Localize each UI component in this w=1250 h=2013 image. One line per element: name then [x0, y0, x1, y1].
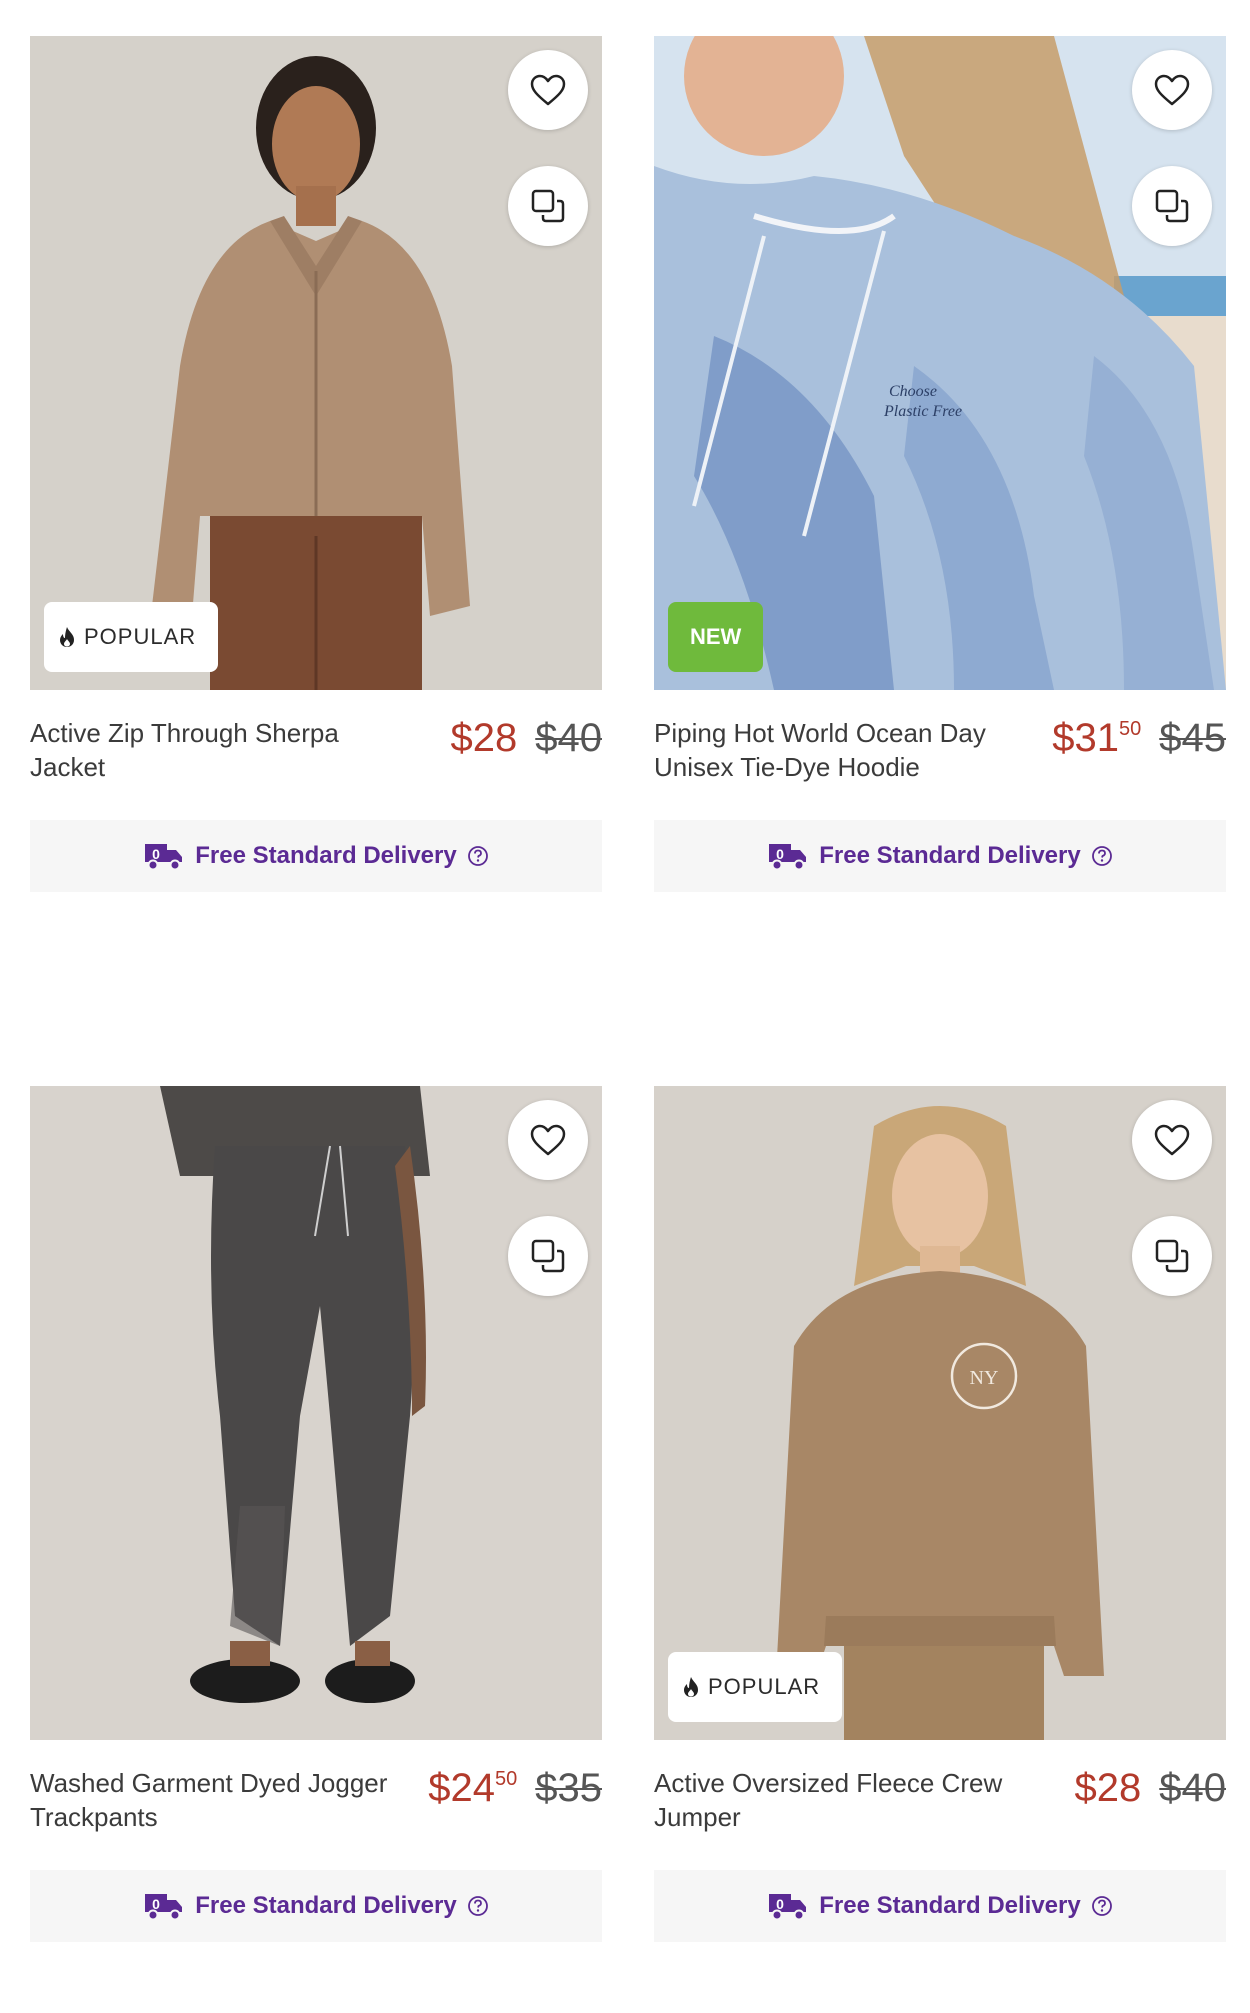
- popular-badge: POPULAR: [668, 1652, 843, 1722]
- sale-price: $28: [451, 716, 518, 760]
- price-cents: 50: [495, 1768, 518, 1790]
- compare-button[interactable]: [1132, 1216, 1212, 1296]
- sale-price: $3150: [1052, 716, 1141, 760]
- product-photo: NY: [654, 1086, 1226, 1740]
- product-card: NY POPULAR Active Oversized Fleece Crew …: [654, 1086, 1226, 1942]
- delivery-truck-icon: 0: [145, 844, 183, 871]
- question-circle-icon[interactable]: [467, 845, 489, 867]
- svg-text:Choose: Choose: [889, 383, 937, 400]
- svg-text:0: 0: [152, 846, 160, 862]
- delivery-banner[interactable]: 0 Free Standard Delivery: [30, 1870, 602, 1942]
- price-main: $24: [428, 1766, 495, 1810]
- flame-icon: [684, 1677, 698, 1697]
- price-group: $3150 $45: [1052, 716, 1226, 760]
- compare-button[interactable]: [508, 166, 588, 246]
- product-image[interactable]: Choose Plastic Free NEW: [654, 36, 1226, 690]
- question-circle-icon[interactable]: [1091, 1895, 1113, 1917]
- price-group: $28 $40: [1075, 1766, 1227, 1810]
- question-circle-icon[interactable]: [1091, 845, 1113, 867]
- product-photo: [30, 36, 602, 690]
- popular-badge: POPULAR: [44, 602, 219, 672]
- compare-icon: [1155, 189, 1189, 223]
- product-title[interactable]: Active Oversized Fleece Crew Jumper: [654, 1766, 1014, 1834]
- heart-icon: [1154, 74, 1190, 106]
- price-main: $28: [1074, 1766, 1142, 1810]
- question-circle-icon[interactable]: [467, 1895, 489, 1917]
- favourite-button[interactable]: [1132, 50, 1212, 130]
- product-card: POPULAR Active Zip Through Sherpa Jacket…: [30, 36, 602, 892]
- delivery-banner[interactable]: 0 Free Standard Delivery: [30, 820, 602, 892]
- product-info: Active Zip Through Sherpa Jacket $28 $40: [30, 716, 602, 826]
- product-info: Active Oversized Fleece Crew Jumper $28 …: [654, 1766, 1226, 1876]
- flame-icon: [60, 627, 74, 647]
- product-image[interactable]: POPULAR: [30, 36, 602, 690]
- svg-text:Plastic Free: Plastic Free: [883, 403, 962, 420]
- original-price: $35: [535, 1766, 602, 1810]
- delivery-truck-icon: 0: [769, 1894, 807, 1921]
- favourite-button[interactable]: [508, 1100, 588, 1180]
- price-cents: 50: [1119, 718, 1142, 740]
- delivery-banner[interactable]: 0 Free Standard Delivery: [654, 820, 1226, 892]
- original-price: $40: [1159, 1766, 1226, 1810]
- svg-text:0: 0: [776, 1896, 784, 1912]
- original-price: $40: [535, 716, 602, 760]
- heart-icon: [530, 1124, 566, 1156]
- heart-icon: [530, 74, 566, 106]
- delivery-label: Free Standard Delivery: [195, 842, 457, 869]
- heart-icon: [1154, 1124, 1190, 1156]
- compare-button[interactable]: [1132, 166, 1212, 246]
- product-info: Piping Hot World Ocean Day Unisex Tie-Dy…: [654, 716, 1226, 826]
- compare-icon: [1155, 1239, 1189, 1273]
- sale-price: $2450: [428, 1766, 517, 1810]
- favourite-button[interactable]: [508, 50, 588, 130]
- product-title[interactable]: Piping Hot World Ocean Day Unisex Tie-Dy…: [654, 716, 1014, 784]
- product-photo: [30, 1086, 602, 1740]
- product-image[interactable]: [30, 1086, 602, 1740]
- svg-text:NY: NY: [970, 1367, 999, 1389]
- badge-label: POPULAR: [708, 1674, 821, 1699]
- delivery-truck-icon: 0: [769, 844, 807, 871]
- product-card: Washed Garment Dyed Jogger Trackpants $2…: [30, 1086, 602, 1942]
- delivery-banner[interactable]: 0 Free Standard Delivery: [654, 1870, 1226, 1942]
- price-main: $31: [1052, 716, 1119, 760]
- product-info: Washed Garment Dyed Jogger Trackpants $2…: [30, 1766, 602, 1876]
- compare-button[interactable]: [508, 1216, 588, 1296]
- favourite-button[interactable]: [1132, 1100, 1212, 1180]
- price-main: $28: [450, 716, 518, 760]
- price-group: $2450 $35: [428, 1766, 602, 1810]
- delivery-label: Free Standard Delivery: [819, 842, 1081, 869]
- product-card: Choose Plastic Free NEW Piping Hot World…: [654, 36, 1226, 892]
- delivery-label: Free Standard Delivery: [195, 1892, 457, 1919]
- svg-text:0: 0: [152, 1896, 160, 1912]
- original-price: $45: [1159, 716, 1226, 760]
- product-photo: Choose Plastic Free: [654, 36, 1226, 690]
- compare-icon: [531, 1239, 565, 1273]
- delivery-truck-icon: 0: [145, 1894, 183, 1921]
- svg-text:0: 0: [776, 846, 784, 862]
- product-image[interactable]: NY POPULAR: [654, 1086, 1226, 1740]
- compare-icon: [531, 189, 565, 223]
- badge-label: NEW: [690, 624, 742, 649]
- delivery-label: Free Standard Delivery: [819, 1892, 1081, 1919]
- sale-price: $28: [1075, 1766, 1142, 1810]
- badge-label: POPULAR: [84, 624, 197, 649]
- product-title[interactable]: Active Zip Through Sherpa Jacket: [30, 716, 390, 784]
- price-group: $28 $40: [451, 716, 603, 760]
- new-badge: NEW: [668, 602, 764, 672]
- product-title[interactable]: Washed Garment Dyed Jogger Trackpants: [30, 1766, 390, 1834]
